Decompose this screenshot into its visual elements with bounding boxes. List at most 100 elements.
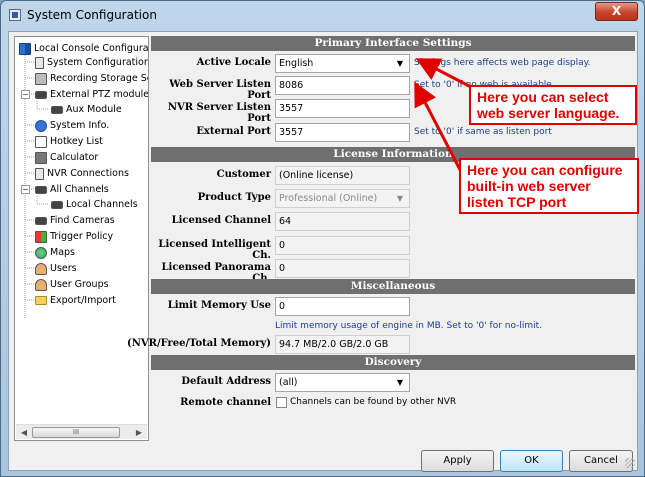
- limit-memory-label: Limit Memory Use: [167, 300, 271, 311]
- tree-item-label: Hotkey List: [50, 136, 103, 147]
- web-server-port-label: Web Server Listen Port: [169, 79, 271, 101]
- discovery-header: Discovery: [151, 355, 635, 370]
- tree-item-export-import[interactable]: Export/Import: [35, 293, 116, 308]
- tree-item-label: Export/Import: [50, 295, 116, 306]
- tree-item-users[interactable]: Users: [35, 261, 77, 276]
- tree-item-label: User Groups: [50, 279, 109, 290]
- web-server-port-input[interactable]: 8086: [275, 76, 410, 95]
- tree-item-system-info[interactable]: System Info.: [35, 118, 109, 133]
- camera-icon: [35, 90, 47, 99]
- resize-grip-icon[interactable]: [625, 458, 635, 468]
- tree-item-label: Local Channels: [66, 199, 138, 210]
- list-icon: [35, 135, 47, 148]
- globe-icon: [35, 246, 47, 259]
- nvr-server-port-input[interactable]: 3557: [275, 99, 410, 118]
- tree-item-all-channels[interactable]: All Channels: [35, 182, 109, 197]
- licensed-intelligent-label: Licensed Intelligent Ch.: [158, 239, 271, 261]
- tree-item-label: System Configuration: [47, 57, 149, 68]
- calculator-icon: [35, 151, 47, 164]
- apply-button[interactable]: Apply: [421, 450, 494, 472]
- default-address-label: Default Address: [181, 376, 271, 387]
- tree-item-nvr-connections[interactable]: NVR Connections: [35, 166, 129, 181]
- camera-icon: [35, 216, 47, 225]
- trigger-icon: [35, 230, 47, 243]
- tree-item-label: Local Console Configurati: [34, 43, 149, 54]
- tree-item-hotkey-list[interactable]: Hotkey List: [35, 134, 103, 149]
- licensed-channel-field: 64: [275, 212, 410, 231]
- system-configuration-window: System Configuration X Local Console Con…: [0, 0, 645, 477]
- user-icon: [35, 262, 47, 275]
- camera-icon: [51, 200, 63, 209]
- language-callout: Here you can select web server language.: [469, 85, 637, 125]
- scroll-right-icon[interactable]: ▶: [132, 426, 146, 439]
- tree-item-find-cameras[interactable]: Find Cameras: [35, 213, 115, 228]
- tree-item-label: External PTZ module: [50, 89, 149, 100]
- scroll-left-icon[interactable]: ◀: [17, 426, 31, 439]
- limit-memory-hint: Limit memory usage of engine in MB. Set …: [275, 321, 543, 331]
- tree-item-label: Users: [50, 263, 77, 274]
- active-locale-label: Active Locale: [196, 57, 271, 68]
- cancel-button[interactable]: Cancel: [569, 450, 633, 472]
- tree-item-trigger-policy[interactable]: Trigger Policy: [35, 229, 113, 244]
- default-address-select[interactable]: (all) ▼: [275, 373, 410, 392]
- tree-item-label: Maps: [50, 247, 75, 258]
- memory-total-label: (NVR/Free/Total Memory): [127, 338, 271, 349]
- customer-field: (Online license): [275, 166, 410, 185]
- close-button[interactable]: X: [595, 2, 638, 21]
- window-title: System Configuration: [27, 8, 157, 22]
- active-locale-select[interactable]: English ▼: [275, 54, 410, 73]
- navigation-tree[interactable]: Local Console Configurati System Configu…: [14, 36, 149, 441]
- licensed-channel-label: Licensed Channel: [171, 215, 271, 226]
- tree-item-aux-module[interactable]: Aux Module: [51, 102, 122, 117]
- tree-item-recording-storage[interactable]: Recording Storage Se: [35, 71, 149, 86]
- grid-icon: [19, 42, 31, 55]
- tree-item-label: Find Cameras: [50, 215, 115, 226]
- device-icon: [35, 56, 44, 69]
- nvr-server-port-label: NVR Server Listen Port: [167, 102, 271, 124]
- tree-item-external-ptz[interactable]: External PTZ module: [35, 87, 149, 102]
- disk-icon: [35, 72, 47, 85]
- dropdown-arrow-icon: ▼: [396, 194, 403, 203]
- ok-button[interactable]: OK: [500, 450, 563, 472]
- tree-item-label: All Channels: [50, 184, 109, 195]
- users-icon: [35, 278, 47, 291]
- tree-item-local-console[interactable]: Local Console Configurati: [19, 41, 149, 56]
- external-port-hint: Set to '0' if same as listen port: [414, 127, 552, 137]
- primary-settings-header: Primary Interface Settings: [151, 36, 635, 51]
- camera-icon: [51, 105, 63, 114]
- tree-horizontal-scrollbar[interactable]: ◀ III ▶: [16, 424, 147, 439]
- product-type-label: Product Type: [197, 192, 271, 203]
- tree-item-calculator[interactable]: Calculator: [35, 150, 98, 165]
- tree-item-label: NVR Connections: [47, 168, 129, 179]
- active-locale-hint: Settings here affects web page display.: [414, 58, 591, 68]
- collapse-toggle[interactable]: −: [21, 185, 30, 194]
- licensed-intelligent-field: 0: [275, 236, 410, 255]
- external-port-input[interactable]: 3557: [275, 123, 410, 142]
- tree-item-label: Aux Module: [66, 104, 122, 115]
- tree-item-label: Calculator: [50, 152, 99, 163]
- port-callout: Here you can configure built-in web serv…: [459, 158, 639, 214]
- tree-item-local-channels[interactable]: Local Channels: [51, 197, 138, 212]
- remote-channel-label: Remote channel: [180, 397, 271, 408]
- tree-item-label: System Info.: [50, 120, 110, 131]
- title-bar[interactable]: System Configuration X: [1, 1, 644, 31]
- customer-label: Customer: [216, 169, 271, 180]
- camera-icon: [35, 185, 47, 194]
- info-icon: [35, 119, 47, 132]
- tree-item-system-configuration[interactable]: System Configuration: [35, 55, 149, 70]
- memory-total-field: 94.7 MB/2.0 GB/2.0 GB: [275, 335, 410, 354]
- scroll-thumb[interactable]: III: [32, 427, 120, 438]
- dropdown-arrow-icon: ▼: [396, 59, 403, 68]
- limit-memory-input[interactable]: 0: [275, 297, 410, 316]
- device-icon: [35, 167, 44, 180]
- tree-item-user-groups[interactable]: User Groups: [35, 277, 109, 292]
- dropdown-arrow-icon: ▼: [396, 378, 403, 387]
- tree-item-label: Recording Storage Se: [50, 73, 149, 84]
- remote-channel-checkbox[interactable]: [276, 397, 287, 408]
- app-icon: [9, 9, 21, 21]
- licensed-panorama-field: 0: [275, 259, 410, 278]
- tree-item-maps[interactable]: Maps: [35, 245, 75, 260]
- collapse-toggle[interactable]: −: [21, 90, 30, 99]
- product-type-select: Professional (Online) ▼: [275, 189, 410, 208]
- folder-icon: [35, 296, 47, 305]
